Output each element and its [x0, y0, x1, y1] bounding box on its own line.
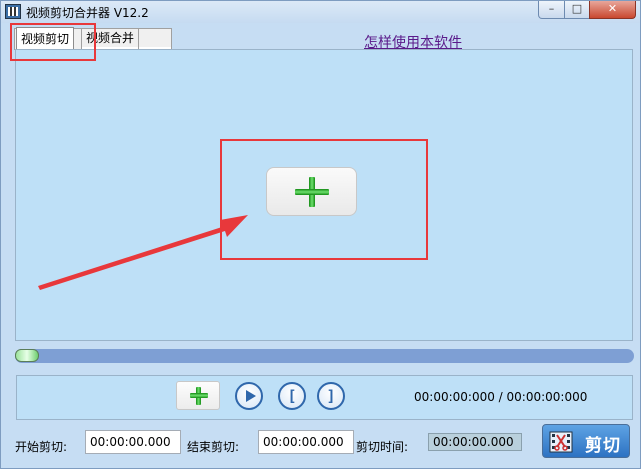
cut-button-label: 剪切	[585, 436, 621, 456]
plus-icon	[190, 387, 208, 405]
cut-duration-label: 剪切时间:	[356, 440, 409, 454]
progress-thumb[interactable]	[15, 349, 39, 362]
start-cut-input[interactable]	[85, 430, 181, 454]
end-cut-input[interactable]	[258, 430, 354, 454]
cut-button[interactable]: 剪切	[542, 424, 630, 458]
add-file-button[interactable]	[176, 381, 220, 410]
start-cut-label: 开始剪切:	[15, 440, 68, 454]
end-cut-label: 结束剪切:	[187, 440, 240, 454]
app-window: 视频剪切合并器 V12.2 – □ ✕ 视频合并 视频剪切 怎样使用本软件 [ …	[0, 0, 641, 469]
progress-track[interactable]	[15, 349, 634, 363]
time-display: 00:00:00:000 / 00:00:00:000	[414, 390, 588, 404]
mark-end-button[interactable]: ]	[317, 382, 345, 410]
cut-duration-value: 00:00:00.000	[428, 433, 522, 451]
mark-start-button[interactable]: [	[278, 382, 306, 410]
film-scissors-icon	[549, 431, 573, 453]
play-button[interactable]	[235, 382, 263, 410]
bracket-left-icon: [	[287, 387, 297, 405]
bracket-right-icon: ]	[326, 387, 336, 405]
